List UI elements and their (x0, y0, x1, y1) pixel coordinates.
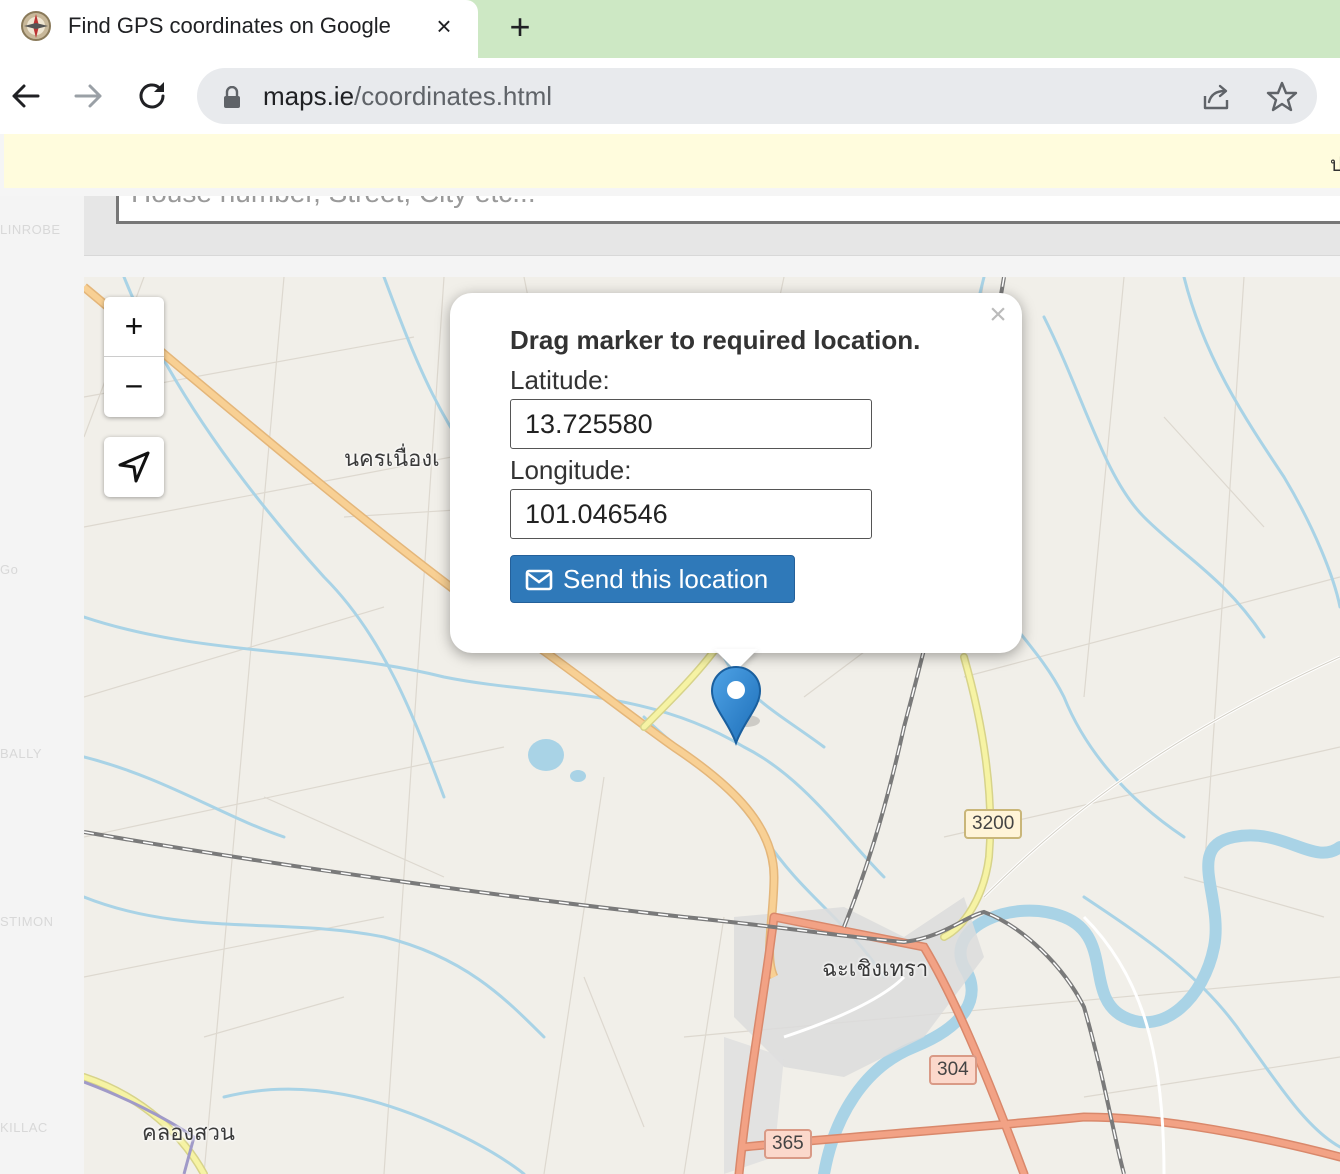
longitude-input[interactable]: 101.046546 (510, 489, 872, 539)
envelope-icon (525, 569, 553, 591)
zoom-in-button[interactable]: + (104, 297, 164, 357)
zoom-out-button[interactable]: − (104, 357, 164, 417)
url-path: /coordinates.html (354, 81, 553, 111)
sidebar-ghost-text: STIMON (0, 914, 54, 929)
sidebar-ghost-text: Go (0, 562, 19, 577)
reload-icon[interactable] (130, 74, 174, 118)
zoom-control: + − (104, 297, 164, 417)
road-shield-365: 365 (764, 1129, 812, 1159)
forward-arrow-icon[interactable] (66, 74, 110, 118)
map-label-chachoengsao: ฉะเชิงเทรา (822, 956, 929, 981)
road-shield-3200: 3200 (964, 809, 1023, 839)
tab-title: Find GPS coordinates on Google (68, 13, 391, 38)
marker-popup: × Drag marker to required location. Lati… (450, 293, 1022, 653)
latitude-input[interactable]: 13.725580 (510, 399, 872, 449)
popup-close-icon[interactable]: × (984, 299, 1012, 333)
sidebar-ghost-text: BALLY (0, 746, 43, 761)
url-host: maps.ie (263, 81, 355, 111)
sidebar-ghost-text: KILLAC (0, 1120, 48, 1135)
translate-info-bar: ป (4, 134, 1340, 188)
browser-toolbar: maps.ie/coordinates.html (0, 58, 1340, 134)
compass-favicon-icon (21, 11, 51, 41)
send-location-label: Send this location (563, 564, 769, 594)
bookmark-star-icon[interactable] (1265, 80, 1299, 114)
road-shield-304: 304 (929, 1055, 977, 1085)
share-icon[interactable] (1199, 80, 1233, 114)
locate-me-button[interactable] (104, 437, 164, 497)
location-marker-icon[interactable] (710, 665, 762, 747)
address-search-panel: House number, Street, City etc... (84, 196, 1340, 256)
address-search-input[interactable]: House number, Street, City etc... (116, 196, 1340, 224)
back-arrow-icon[interactable] (4, 74, 48, 118)
longitude-label: Longitude: (510, 455, 632, 485)
send-location-button[interactable]: Send this location (510, 555, 795, 603)
tab-strip: Find GPS coordinates on Google × + (0, 0, 1340, 58)
browser-tab[interactable]: Find GPS coordinates on Google × (0, 0, 478, 58)
page-content: LINROBE Go BALLY STIMON KILLAC House num… (0, 196, 1340, 1174)
address-bar[interactable]: maps.ie/coordinates.html (197, 68, 1317, 124)
sidebar-ghost-text: LINROBE (0, 222, 61, 237)
latitude-label: Latitude: (510, 365, 610, 395)
map-label-nakhon: นครเนื่องเ (344, 446, 440, 471)
map-label-khlong: คลองสวน (142, 1120, 235, 1145)
lock-icon[interactable] (223, 86, 241, 108)
infobar-text: ป (1330, 154, 1340, 176)
map-view[interactable]: นครเนื่องเ ฉะเชิงเทรา คลองสวน 3200 304 3… (84, 277, 1340, 1174)
url-text[interactable]: maps.ie/coordinates.html (263, 80, 552, 112)
tab-close-icon[interactable]: × (430, 12, 458, 40)
navigation-arrow-icon (118, 451, 150, 483)
new-tab-button[interactable]: + (500, 8, 540, 48)
popup-heading: Drag marker to required location. (510, 325, 921, 355)
